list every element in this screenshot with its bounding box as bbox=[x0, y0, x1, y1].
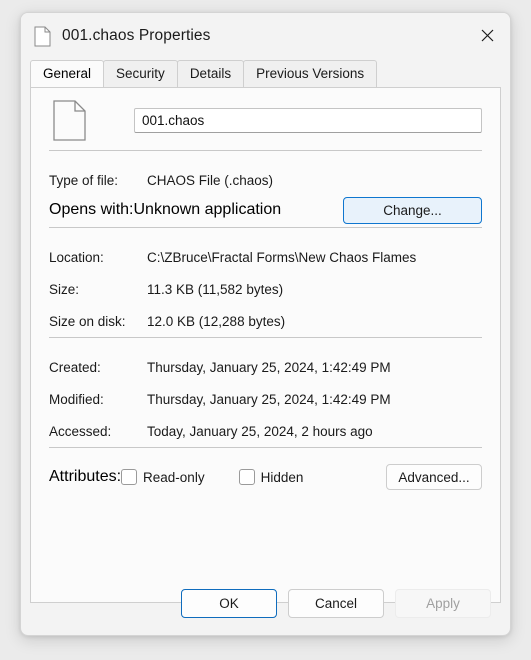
close-icon bbox=[481, 29, 493, 41]
modified-value: Thursday, January 25, 2024, 1:42:49 PM bbox=[147, 391, 391, 407]
modified-row: Modified: Thursday, January 25, 2024, 1:… bbox=[49, 383, 482, 415]
close-button[interactable] bbox=[464, 13, 510, 57]
opens-with-row: Opens with: Unknown application Change..… bbox=[49, 193, 482, 227]
created-value: Thursday, January 25, 2024, 1:42:49 PM bbox=[147, 359, 391, 375]
tab-general[interactable]: General bbox=[30, 60, 105, 87]
type-of-file-value: CHAOS File (.chaos) bbox=[147, 172, 274, 188]
accessed-label: Accessed: bbox=[49, 423, 112, 439]
general-tab-panel: 001.chaos Type of file: CHAOS File (.cha… bbox=[30, 87, 501, 603]
ok-button[interactable]: OK bbox=[181, 589, 277, 618]
type-of-file-label: Type of file: bbox=[49, 172, 119, 188]
hidden-checkbox[interactable]: Hidden bbox=[238, 469, 304, 485]
dialog-footer: OK Cancel Apply bbox=[21, 572, 510, 635]
checkbox-box-icon bbox=[238, 469, 255, 485]
filename-row: 001.chaos bbox=[49, 88, 482, 150]
file-document-icon bbox=[34, 26, 51, 47]
modified-label: Modified: bbox=[49, 391, 104, 407]
attributes-row: Attributes: Read-only Hidden Advanced... bbox=[49, 464, 482, 490]
created-label: Created: bbox=[49, 359, 101, 375]
size-value: 11.3 KB (11,582 bytes) bbox=[147, 281, 284, 297]
opens-with-value: Unknown application bbox=[133, 201, 282, 218]
location-label: Location: bbox=[49, 249, 104, 265]
type-of-file-row: Type of file: CHAOS File (.chaos) bbox=[49, 167, 482, 193]
accessed-row: Accessed: Today, January 25, 2024, 2 hou… bbox=[49, 415, 482, 447]
size-on-disk-value: 12.0 KB (12,288 bytes) bbox=[147, 313, 286, 329]
type-section: Type of file: CHAOS File (.chaos) Opens … bbox=[49, 151, 482, 227]
general-content: 001.chaos Type of file: CHAOS File (.cha… bbox=[49, 88, 482, 602]
dates-section: Created: Thursday, January 25, 2024, 1:4… bbox=[49, 338, 482, 447]
title-bar: 001.chaos Properties bbox=[21, 13, 510, 59]
change-button[interactable]: Change... bbox=[343, 196, 482, 224]
cancel-button[interactable]: Cancel bbox=[288, 589, 384, 618]
checkbox-box-icon bbox=[121, 469, 138, 485]
tab-details[interactable]: Details bbox=[176, 60, 245, 87]
readonly-label: Read-only bbox=[143, 469, 205, 485]
apply-button[interactable]: Apply bbox=[395, 589, 491, 618]
size-row: Size: 11.3 KB (11,582 bytes) bbox=[49, 273, 482, 305]
tab-strip: General Security Details Previous Versio… bbox=[21, 59, 510, 87]
location-value: C:\ZBruce\Fractal Forms\New Chaos Flames bbox=[147, 249, 417, 265]
accessed-value: Today, January 25, 2024, 2 hours ago bbox=[147, 423, 373, 439]
size-label: Size: bbox=[49, 281, 80, 297]
size-on-disk-row: Size on disk: 12.0 KB (12,288 bytes) bbox=[49, 305, 482, 337]
properties-dialog: 001.chaos Properties General Security De… bbox=[20, 12, 511, 636]
hidden-label: Hidden bbox=[260, 469, 304, 485]
created-row: Created: Thursday, January 25, 2024, 1:4… bbox=[49, 351, 482, 383]
tab-previous-versions[interactable]: Previous Versions bbox=[243, 60, 378, 87]
window-title: 001.chaos Properties bbox=[62, 27, 211, 44]
location-row: Location: C:\ZBruce\Fractal Forms\New Ch… bbox=[49, 241, 482, 273]
file-document-icon bbox=[49, 99, 89, 141]
attributes-label: Attributes: bbox=[49, 468, 122, 485]
advanced-button[interactable]: Advanced... bbox=[386, 464, 482, 490]
tab-security[interactable]: Security bbox=[103, 60, 178, 87]
location-section: Location: C:\ZBruce\Fractal Forms\New Ch… bbox=[49, 228, 482, 337]
filename-input[interactable]: 001.chaos bbox=[134, 107, 482, 133]
readonly-checkbox[interactable]: Read-only bbox=[121, 469, 205, 485]
attributes-section: Attributes: Read-only Hidden Advanced... bbox=[49, 448, 482, 490]
opens-with-label: Opens with: bbox=[49, 201, 134, 218]
size-on-disk-label: Size on disk: bbox=[49, 313, 126, 329]
